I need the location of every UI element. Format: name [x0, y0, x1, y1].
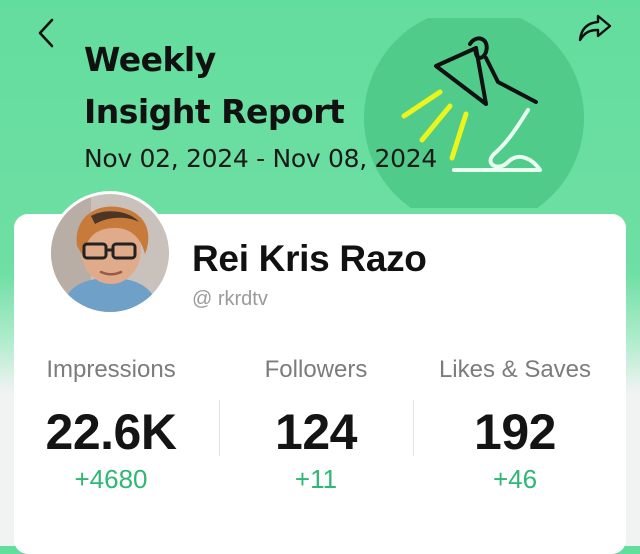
stat-divider	[219, 400, 220, 456]
stat-delta: +46	[492, 464, 538, 494]
back-button[interactable]	[30, 14, 64, 54]
title-line-1: Weekly	[84, 40, 216, 79]
user-handle: @ rkrdtv	[192, 288, 268, 310]
stat-value: 22.6K	[45, 404, 177, 460]
stat-value: 124	[275, 404, 357, 460]
stat-label: Followers	[264, 356, 368, 383]
stat-value: 192	[474, 404, 556, 460]
stat-likes-saves: Likes & Saves 192 +46	[424, 350, 606, 496]
stat-label: Likes & Saves	[438, 356, 592, 383]
stat-delta: +11	[294, 464, 338, 494]
stat-impressions: Impressions 22.6K +4680	[24, 350, 198, 496]
page-title: Weekly Insight Report	[84, 34, 345, 138]
chevron-left-icon	[38, 18, 54, 48]
avatar[interactable]	[48, 191, 172, 315]
stat-divider	[413, 400, 414, 456]
profile-photo	[51, 194, 169, 312]
date-range: Nov 02, 2024 - Nov 08, 2024	[84, 144, 437, 173]
user-name: Rei Kris Razo	[192, 238, 427, 279]
stat-label: Impressions	[46, 356, 176, 383]
title-line-2: Insight Report	[84, 92, 345, 131]
desk-lamp-illustration	[364, 18, 584, 208]
stat-followers: Followers 124 +11	[236, 350, 396, 496]
